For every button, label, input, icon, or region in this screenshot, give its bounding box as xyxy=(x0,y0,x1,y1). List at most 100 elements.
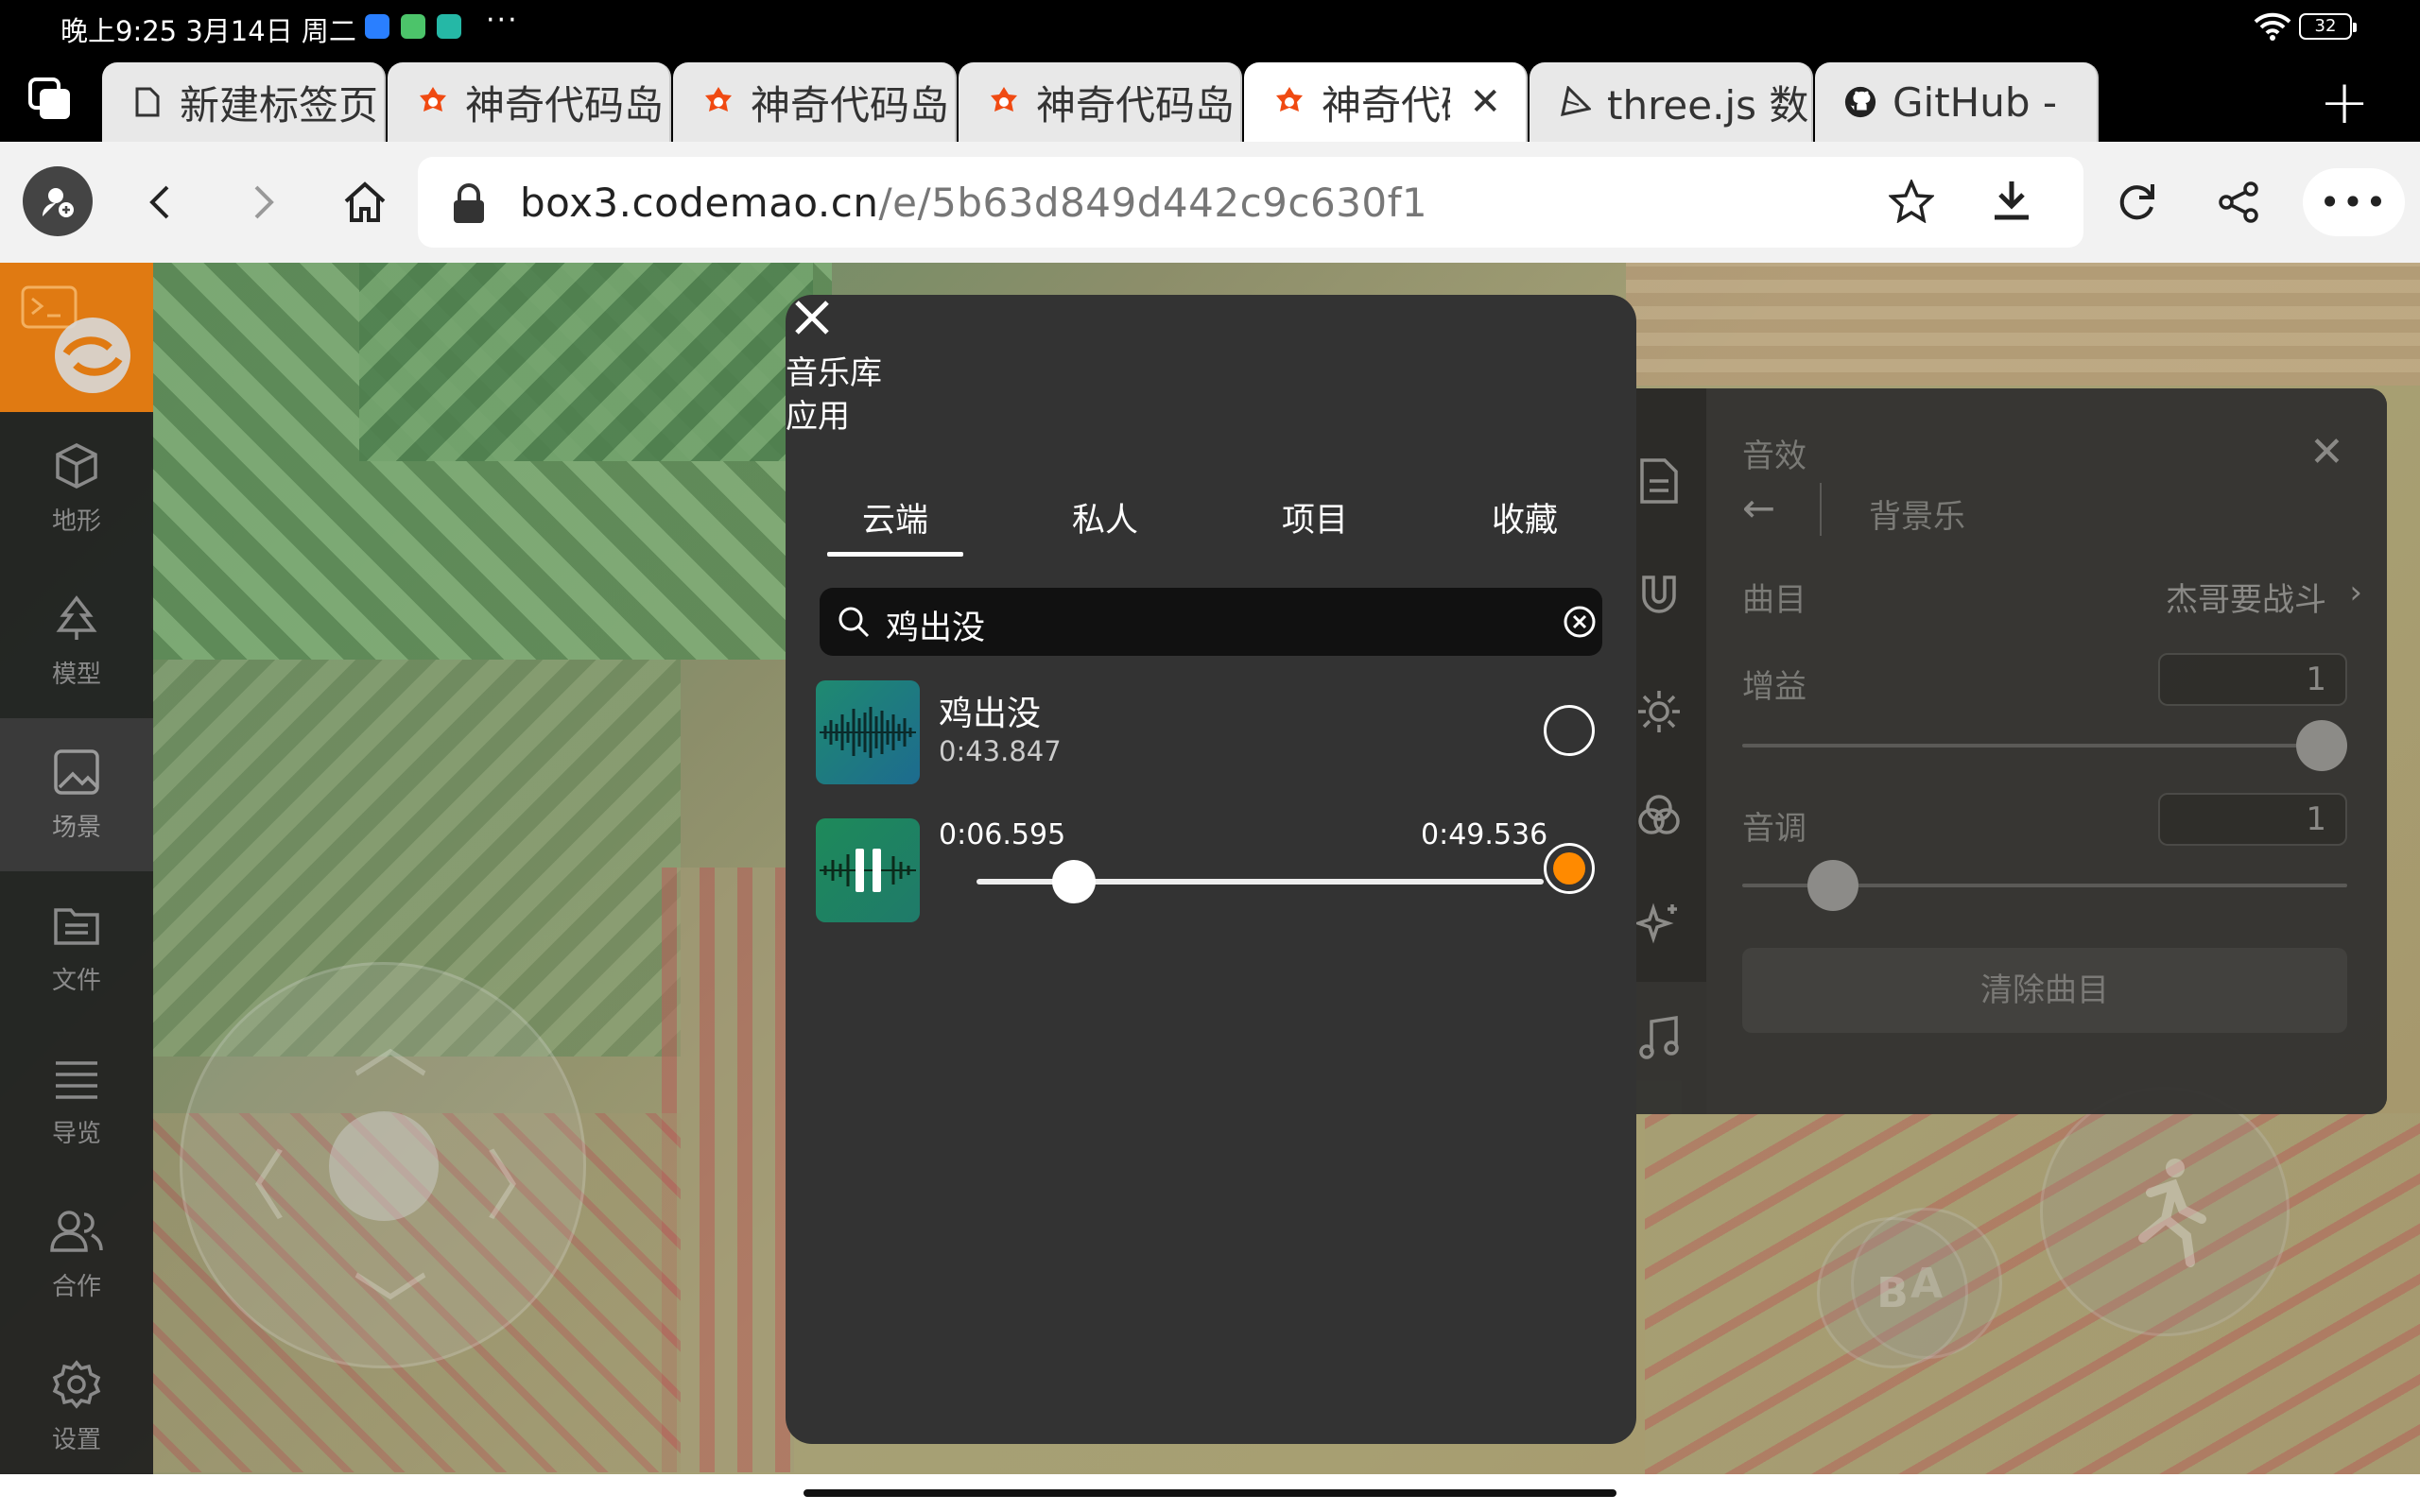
tab-github[interactable]: GitHub - xyxy=(1815,62,2099,142)
tab-codemao-active[interactable]: 神奇代码岛 ✕ xyxy=(1244,62,1528,142)
tab-private[interactable]: 私人 xyxy=(1029,493,1181,541)
gain-input[interactable]: 1 xyxy=(2158,653,2347,706)
chevron-right-icon[interactable]: › xyxy=(2349,574,2362,611)
url-field[interactable]: box3.codemao.cn/e/5b63d849d442c9c630f1 xyxy=(418,157,2083,248)
clear-search-icon[interactable] xyxy=(1563,605,1597,639)
tab-codemao-1[interactable]: 神奇代码岛 xyxy=(388,62,671,142)
sidebar-item-collaborate[interactable]: 合作 xyxy=(0,1177,153,1331)
sidebar-item-label: 地形 xyxy=(51,507,101,536)
pause-icon[interactable] xyxy=(850,849,888,892)
tab-label: 神奇代码岛 xyxy=(465,81,665,129)
browser-tab-bar: 新建标签页 神奇代码岛 神奇代码岛 神奇代码岛 神奇代码岛 ✕ three.js… xyxy=(0,59,2420,142)
sidebar-item-model[interactable]: 模型 xyxy=(0,565,153,718)
tab-favorites[interactable]: 收藏 xyxy=(1449,493,1600,541)
battery-icon: 32 xyxy=(2299,13,2357,40)
game-block-decoration xyxy=(1645,1113,2420,1474)
document-icon[interactable] xyxy=(1629,451,1689,511)
list-icon xyxy=(56,1060,97,1099)
profile-avatar[interactable] xyxy=(23,166,93,236)
home-button[interactable] xyxy=(329,166,401,238)
tab-new-tab[interactable]: 新建标签页 xyxy=(102,62,386,142)
reload-button[interactable] xyxy=(2100,166,2172,238)
magnet-icon[interactable] xyxy=(1629,566,1689,627)
tab-project[interactable]: 项目 xyxy=(1239,493,1391,541)
tab-label: 神奇代码岛 xyxy=(1036,81,1236,129)
select-radio-selected[interactable] xyxy=(1544,843,1595,894)
waveform-icon xyxy=(820,707,916,758)
users-icon xyxy=(50,1210,103,1252)
tab-codemao-2[interactable]: 神奇代码岛 xyxy=(673,62,957,142)
sidebar-item-scene[interactable]: 场景 xyxy=(0,718,153,871)
virtual-joystick[interactable]: ︿ ﹀ 〈 〉 xyxy=(180,962,586,1368)
apply-button[interactable]: 应用 xyxy=(786,395,850,438)
close-icon[interactable] xyxy=(791,297,833,338)
page-icon xyxy=(130,85,164,119)
tab-threejs[interactable]: three.js 数 xyxy=(1530,62,1813,142)
game-button-b[interactable]: B xyxy=(1817,1217,1968,1368)
bookmark-star-icon[interactable] xyxy=(1889,180,1934,223)
download-icon[interactable] xyxy=(1991,178,2032,223)
sidebar-item-files[interactable]: 文件 xyxy=(0,871,153,1024)
tab-switcher-icon[interactable] xyxy=(26,76,76,125)
game-button-jump[interactable] xyxy=(2040,1087,2290,1336)
search-value[interactable]: 鸡出没 xyxy=(886,601,985,649)
codemao-icon xyxy=(1272,85,1306,119)
security-notification-icon xyxy=(437,14,461,39)
gain-slider-track[interactable] xyxy=(1742,744,2347,747)
sound-effect-panel: 音效 ✕ ← 背景乐 曲目 杰哥要战斗 › 增益 1 音调 1 清除曲目 xyxy=(1612,388,2387,1114)
gain-slider-thumb[interactable] xyxy=(2296,720,2347,771)
search-icon xyxy=(838,607,870,638)
clear-track-button[interactable]: 清除曲目 xyxy=(1742,948,2347,1033)
joystick-knob[interactable] xyxy=(329,1111,439,1221)
editor-sidebar: 地形 模型 场景 文件 导览 合作 设置 xyxy=(0,263,153,1474)
tab-codemao-3[interactable]: 神奇代码岛 xyxy=(959,62,1242,142)
sidebar-item-terrain[interactable]: 地形 xyxy=(0,412,153,565)
status-bar: 晚上9:25 3月14日 周二 ··· 32 xyxy=(0,0,2420,59)
pitch-input[interactable]: 1 xyxy=(2158,793,2347,846)
list-item[interactable]: 鸡出没 0:43.847 xyxy=(816,680,1610,784)
total-time: 0:49.536 xyxy=(1421,818,1548,851)
threejs-icon xyxy=(1558,85,1592,119)
song-duration: 0:43.847 xyxy=(939,735,1062,767)
color-circles-icon[interactable] xyxy=(1629,785,1689,846)
sparkle-icon[interactable] xyxy=(1629,893,1689,954)
codemao-logo-icon xyxy=(55,318,130,393)
playback-progress-track[interactable] xyxy=(977,860,1544,903)
pitch-slider-thumb[interactable] xyxy=(1807,860,1858,911)
box3-logo[interactable] xyxy=(0,263,153,412)
new-tab-button[interactable]: + xyxy=(2314,68,2375,138)
game-viewport[interactable]: 地形 模型 场景 文件 导览 合作 设置 ︿ ﹀ 〈 〉 A B 音效 ✕ ← … xyxy=(0,263,2420,1474)
sidebar-item-label: 导览 xyxy=(51,1119,101,1148)
list-item-playing[interactable]: 0:06.595 0:49.536 xyxy=(816,818,1610,922)
track-value[interactable]: 杰哥要战斗 xyxy=(2166,574,2326,620)
tab-cloud[interactable]: 云端 xyxy=(820,493,971,557)
select-radio[interactable] xyxy=(1544,705,1595,756)
tab-close-icon[interactable]: ✕ xyxy=(1469,80,1501,124)
forward-button[interactable] xyxy=(227,166,299,238)
sfx-close-icon[interactable]: ✕ xyxy=(2309,428,2344,476)
joystick-down-icon: ﹀ xyxy=(353,1265,428,1353)
home-indicator[interactable] xyxy=(804,1489,1616,1497)
waveform-thumbnail[interactable] xyxy=(816,818,920,922)
track-label: 曲目 xyxy=(1742,581,1806,619)
sidebar-item-label: 模型 xyxy=(51,660,101,689)
share-button[interactable] xyxy=(2203,166,2274,238)
current-time: 0:06.595 xyxy=(939,818,1066,851)
url-text: box3.codemao.cn/e/5b63d849d442c9c630f1 xyxy=(520,180,1427,226)
sfx-divider xyxy=(1820,483,1822,536)
playback-progress-knob[interactable] xyxy=(1051,860,1096,903)
sfx-back-icon[interactable]: ← xyxy=(1742,485,1775,531)
running-person-icon xyxy=(2138,1159,2206,1267)
codemao-icon xyxy=(987,85,1021,119)
joystick-up-icon: ︿ xyxy=(353,1001,428,1089)
browser-menu-button[interactable]: ••• xyxy=(2303,168,2405,236)
music-note-icon[interactable] xyxy=(1629,1008,1689,1069)
back-button[interactable] xyxy=(125,166,197,238)
github-icon xyxy=(1843,85,1877,119)
search-input[interactable]: 鸡出没 xyxy=(820,588,1602,656)
lock-icon[interactable] xyxy=(450,181,488,225)
sidebar-item-navigator[interactable]: 导览 xyxy=(0,1024,153,1177)
sidebar-item-settings[interactable]: 设置 xyxy=(0,1331,153,1474)
image-icon xyxy=(54,748,99,795)
sun-icon[interactable] xyxy=(1629,681,1689,742)
